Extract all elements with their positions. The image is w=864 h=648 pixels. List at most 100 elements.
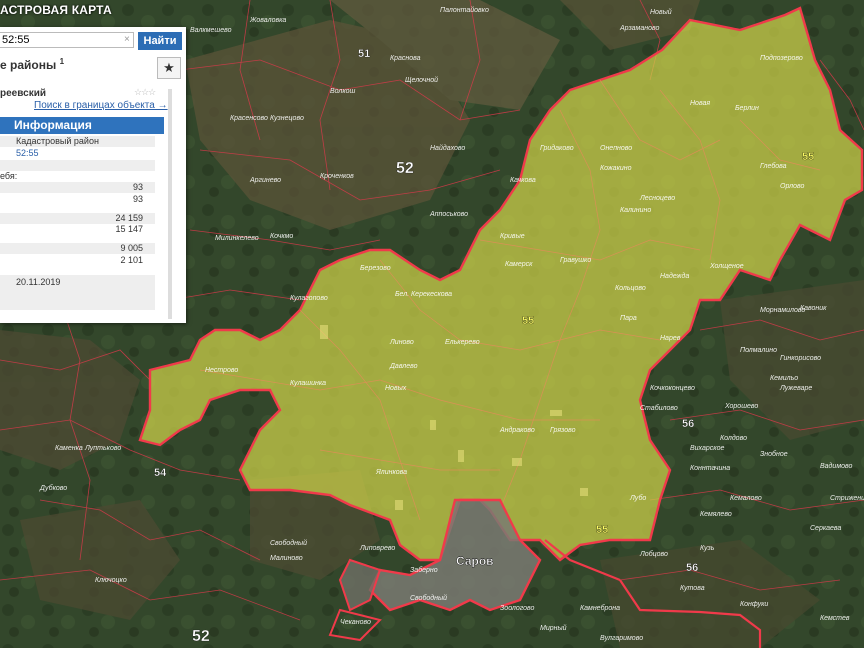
row-label: Кадастровый район: [16, 136, 99, 146]
tab-information-label: Информация: [14, 118, 92, 132]
place-name-label: Холщеное: [709, 263, 744, 270]
place-name-label: Конфуки: [740, 601, 768, 608]
favorite-star-icon[interactable]: ★: [157, 57, 181, 79]
object-name: реевский: [0, 88, 46, 99]
app-title: АСТРОВАЯ КАРТА: [0, 3, 112, 17]
place-name-label: Кулашинка: [290, 380, 326, 387]
place-name-label: Вадимово: [820, 462, 853, 470]
place-name-label: Камерск: [505, 261, 533, 268]
region-number-label: 51: [358, 48, 370, 60]
region-number-label: 54: [154, 467, 167, 479]
info-panel: × Найти е районы 1 ★ реевский ☆☆☆ Поиск …: [0, 27, 186, 323]
info-row: 52:55: [0, 148, 155, 159]
place-name-label: Красенсово: [230, 115, 268, 122]
place-name-label: Знобное: [760, 450, 788, 458]
place-name-label: Подпозерово: [760, 54, 803, 62]
place-name-label: Кемялево: [700, 511, 732, 518]
city-label: Саров: [456, 554, 494, 568]
region-number-label: 55: [802, 151, 814, 163]
place-name-label: Морнамилово: [760, 307, 805, 314]
place-name-label: Калинино: [620, 207, 651, 214]
row-label: ебя:: [0, 171, 18, 181]
place-name-label: Арзаманово: [619, 25, 659, 32]
layer-footnote: 1: [59, 57, 65, 66]
place-name-label: Кузь: [700, 545, 715, 552]
cadastral-district-link[interactable]: 52:55: [16, 148, 39, 158]
place-name-label: Валкмешево: [190, 27, 232, 34]
layer-title-text: е районы: [0, 58, 57, 72]
info-row: 9 005: [0, 243, 155, 254]
place-name-label: Нестрово: [205, 367, 238, 374]
place-name-label: Щелочной: [405, 76, 438, 84]
search-button[interactable]: Найти: [138, 32, 182, 50]
place-name-label: Кочкмо: [270, 233, 293, 240]
place-name-label: Стабилово: [640, 404, 678, 412]
search-input[interactable]: [0, 32, 134, 48]
place-name-label: Гравушко: [560, 257, 591, 264]
place-name-label: Глебова: [760, 162, 787, 170]
place-name-label: Андраково: [499, 426, 535, 434]
place-name-label: Вулгаримово: [600, 635, 643, 642]
place-name-label: Милинкелево: [215, 235, 259, 242]
tab-information[interactable]: Информация: [0, 117, 164, 134]
info-row-shaded: 20.11.2019: [0, 275, 155, 310]
place-name-label: Камнеброна: [580, 604, 620, 612]
place-name-label: Палонтайовко: [440, 6, 489, 14]
place-name-label: Чеканово: [340, 619, 371, 626]
search-in-bounds-link[interactable]: Поиск в границах объекта →: [34, 100, 168, 111]
region-number-label: 52: [192, 628, 210, 645]
place-name-label: Краснова: [390, 55, 421, 62]
place-name-label: Кочкоконцево: [650, 385, 695, 392]
place-name-label: Жоваловка: [249, 17, 286, 24]
place-name-label: Мирный: [540, 624, 567, 632]
info-row: 93: [0, 182, 155, 193]
place-name-label: Ключоцко: [95, 577, 127, 584]
place-name-label: Свободный: [410, 594, 447, 602]
place-name-label: Кольцово: [615, 285, 646, 292]
place-name-label: Лужеваре: [779, 385, 812, 392]
place-name-label: Луптьково: [84, 445, 121, 452]
clear-icon[interactable]: ×: [124, 34, 130, 45]
place-name-label: Малиново: [270, 555, 303, 562]
place-name-label: Полмалино: [740, 347, 777, 354]
place-name-label: Лесноцево: [639, 195, 675, 202]
place-name-label: Хорошево: [724, 403, 758, 410]
place-name-label: Гинкорисово: [780, 355, 821, 362]
place-name-label: Кемильо: [770, 375, 798, 382]
place-name-label: Кемалово: [730, 495, 762, 502]
place-name-label: Коннтачина: [690, 465, 730, 472]
place-name-label: Кузнецово: [270, 115, 304, 122]
region-number-label: 56: [682, 418, 694, 430]
place-name-label: Стриженица: [830, 495, 864, 502]
place-name-label: Новых: [385, 385, 407, 392]
info-row: [0, 160, 155, 171]
info-row: 2 101: [0, 255, 155, 266]
layer-title: е районы 1: [0, 57, 64, 72]
row-value: 93: [132, 194, 143, 204]
place-name-label: Кутова: [680, 585, 705, 592]
place-name-label: Серкаева: [810, 525, 841, 532]
place-name-label: Новая: [690, 100, 710, 107]
place-name-label: Онепново: [600, 145, 632, 152]
place-name-label: Надежда: [660, 272, 689, 280]
info-row: Кадастровый район: [0, 136, 155, 147]
place-name-label: Найдахово: [430, 144, 465, 152]
place-name-label: Линово: [389, 339, 414, 346]
place-name-label: Каменка: [55, 445, 83, 452]
row-value: 2 101: [120, 255, 143, 265]
place-name-label: Кроченков: [320, 173, 354, 180]
place-name-label: Кемстев: [820, 615, 850, 622]
place-name-label: Гридаково: [540, 144, 574, 152]
place-name-label: Новый: [650, 8, 672, 16]
panel-scrollbar[interactable]: [168, 89, 172, 319]
place-name-label: Лобцово: [639, 550, 668, 558]
place-name-label: Кавоник: [800, 305, 827, 312]
place-name-label: Кривые: [500, 233, 525, 240]
place-name-label: Кулагопово: [290, 295, 328, 302]
row-value: 93: [132, 182, 143, 192]
rating-stars-icon[interactable]: ☆☆☆: [134, 87, 156, 98]
place-name-label: Орлово: [780, 183, 805, 190]
info-row: ебя:: [0, 171, 155, 182]
region-number-label: 52: [396, 160, 414, 177]
place-name-label: Пара: [620, 315, 637, 322]
